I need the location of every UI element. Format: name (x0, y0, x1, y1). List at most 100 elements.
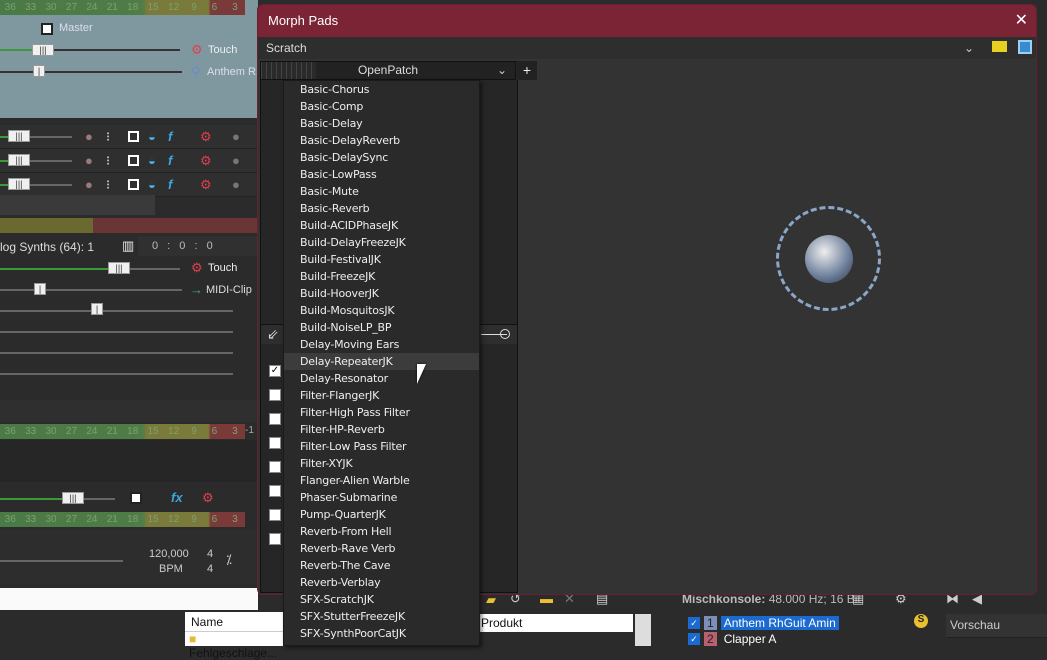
dropdown-item[interactable]: SFX-StutterFreezeJK (284, 608, 479, 625)
pad-checkbox[interactable] (269, 437, 281, 449)
dropdown-item[interactable]: Pump-QuarterJK (284, 506, 479, 523)
pad-checkbox[interactable] (269, 485, 281, 497)
record-icon[interactable]: ● (85, 130, 93, 144)
mixer-track-item[interactable]: ✓ 2 Clapper A (688, 631, 779, 647)
dropdown-item[interactable]: Basic-DelayReverb (284, 132, 479, 149)
add-patch-button[interactable]: + (517, 61, 537, 80)
chevron-down-icon[interactable]: ⌄ (497, 62, 507, 79)
gear-icon[interactable]: ⚙ (202, 491, 214, 505)
pad-checkbox[interactable] (269, 509, 281, 521)
automation-icon[interactable]: ⁝ (106, 154, 110, 168)
dropdown-item[interactable]: Phaser-Submarine (284, 489, 479, 506)
volume-slider-handle[interactable]: ||| (8, 154, 30, 166)
dropdown-item[interactable]: Delay-Resonator (284, 370, 479, 387)
tuning-fork-icon[interactable]: ⁒ (226, 553, 232, 567)
dropdown-item[interactable]: Basic-Reverb (284, 200, 479, 217)
folder-item[interactable]: ■ Fehlgeschlage... (185, 632, 285, 660)
gear-icon[interactable]: ⚙ (200, 178, 212, 192)
dropdown-item[interactable]: Filter-FlangerJK (284, 387, 479, 404)
dropdown-item[interactable]: Build-FreezeJK (284, 268, 479, 285)
pad-checkbox[interactable] (269, 389, 281, 401)
mute-button[interactable] (128, 131, 139, 142)
dropdown-item[interactable]: Reverb-The Cave (284, 557, 479, 574)
mute-button[interactable] (130, 492, 142, 504)
automation-mode-label[interactable]: Touch (208, 262, 237, 274)
dropdown-item[interactable]: Build-HooverJK (284, 285, 479, 302)
dropdown-item[interactable]: Filter-Low Pass Filter (284, 438, 479, 455)
dropdown-item[interactable]: Flanger-Alien Warble (284, 472, 479, 489)
dropdown-item[interactable]: SFX-SynthPoorCatJK (284, 625, 479, 642)
volume-slider-handle[interactable]: ||| (8, 178, 30, 190)
volume-slider[interactable] (35, 49, 180, 51)
fx-icon[interactable]: f (168, 154, 172, 168)
phase-icon[interactable]: ◒ (148, 154, 156, 168)
volume-slider-handle[interactable]: ||| (32, 44, 54, 56)
record-icon[interactable]: ● (85, 154, 93, 168)
fx-icon[interactable]: f (168, 178, 172, 192)
dropdown-item[interactable]: SFX-ScratchJK (284, 591, 479, 608)
dropdown-item[interactable]: Filter-High Pass Filter (284, 404, 479, 421)
dropdown-item[interactable]: Build-NoiseLP_BP (284, 319, 479, 336)
track-name[interactable]: Anthem RhGuit Amin (720, 616, 839, 630)
fx-icon[interactable]: fx (171, 491, 183, 505)
dropdown-item[interactable]: Delay-RepeaterJK (284, 353, 479, 370)
gear-icon[interactable]: ⚙ (191, 43, 203, 57)
dropdown-item[interactable]: Reverb-Rave Verb (284, 540, 479, 557)
solo-badge-icon[interactable]: S (914, 614, 928, 628)
open-folder-icon[interactable]: ▰ (486, 593, 496, 607)
chevron-down-icon[interactable]: ⌄ (964, 37, 974, 59)
pan-slider[interactable] (0, 71, 182, 73)
dropdown-item[interactable]: Filter-HP-Reverb (284, 421, 479, 438)
close-icon[interactable]: ✕ (1015, 5, 1028, 37)
midi-clip-label[interactable]: MIDI-Clip (206, 284, 252, 296)
fx-icon[interactable]: f (168, 130, 172, 144)
gear-icon[interactable]: ⚙ (191, 261, 203, 275)
dropdown-item[interactable]: Basic-Mute (284, 183, 479, 200)
mute-disabled-icon[interactable]: ● (232, 130, 240, 144)
record-icon[interactable]: ● (85, 178, 93, 192)
dropdown-item[interactable]: Build-DelayFreezeJK (284, 234, 479, 251)
dropdown-item[interactable]: Basic-DelaySync (284, 149, 479, 166)
time-signature-top[interactable]: 4 (207, 548, 213, 560)
time-signature-bottom[interactable]: 4 (207, 563, 213, 575)
produkt-column-header[interactable]: Produkt (478, 614, 633, 632)
phase-icon[interactable]: ◒ (148, 130, 156, 144)
slider-handle[interactable] (500, 329, 510, 339)
dropdown-item[interactable]: Build-FestivalJK (284, 251, 479, 268)
dropdown-item[interactable]: Build-MosquitosJK (284, 302, 479, 319)
pan-slider-handle[interactable]: | (33, 65, 45, 77)
track-checkbox[interactable]: ✓ (688, 617, 700, 629)
automation-icon[interactable]: ⁝ (106, 178, 110, 192)
pad-checkbox[interactable] (269, 461, 281, 473)
mute-disabled-icon[interactable]: ● (232, 178, 240, 192)
phase-icon[interactable]: ◒ (148, 178, 156, 192)
volume-slider-handle[interactable]: ||| (8, 130, 30, 142)
automation-icon[interactable]: ⁝ (106, 130, 110, 144)
dropdown-item[interactable]: Basic-LowPass (284, 166, 479, 183)
volume-slider-handle[interactable]: ||| (108, 262, 130, 274)
track-checkbox[interactable]: ✓ (688, 633, 700, 645)
volume-slider-handle[interactable]: ||| (62, 492, 84, 504)
mute-disabled-icon[interactable]: ● (232, 154, 240, 168)
name-column-header[interactable]: Name (185, 612, 285, 632)
dropdown-item[interactable]: Build-ACIDPhaseJK (284, 217, 479, 234)
mixer-track-item[interactable]: ✓ 1 Anthem RhGuit Amin (688, 615, 839, 631)
dropdown-item[interactable]: Basic-Chorus (284, 81, 479, 98)
patch-combo[interactable]: OpenPatch ⌄ (260, 61, 516, 80)
dropdown-item[interactable]: Basic-Delay (284, 115, 479, 132)
preset-selector[interactable]: Scratch ⌄ (258, 37, 1036, 59)
search-field[interactable] (0, 588, 258, 610)
scrollbar[interactable] (635, 614, 651, 646)
pad-checkbox[interactable] (269, 533, 281, 545)
dropdown-item[interactable]: Reverb-From Hell (284, 523, 479, 540)
dropdown-item[interactable]: Filter-XYJK (284, 455, 479, 472)
patch-dropdown-list[interactable]: Basic-Chorus Basic-Comp Basic-Delay Basic-D… (283, 80, 480, 646)
dropdown-item[interactable]: Basic-Comp (284, 98, 479, 115)
bpm-value[interactable]: 120,000 (149, 548, 189, 560)
track-name[interactable]: Clapper A (721, 632, 780, 646)
pan-slider-handle[interactable]: | (34, 283, 46, 295)
automation-mode-label[interactable]: Touch (208, 44, 237, 56)
collapse-icon[interactable]: ⇙ (267, 326, 279, 343)
piano-icon[interactable]: ▥ (122, 239, 134, 253)
pad-checkbox[interactable] (269, 413, 281, 425)
